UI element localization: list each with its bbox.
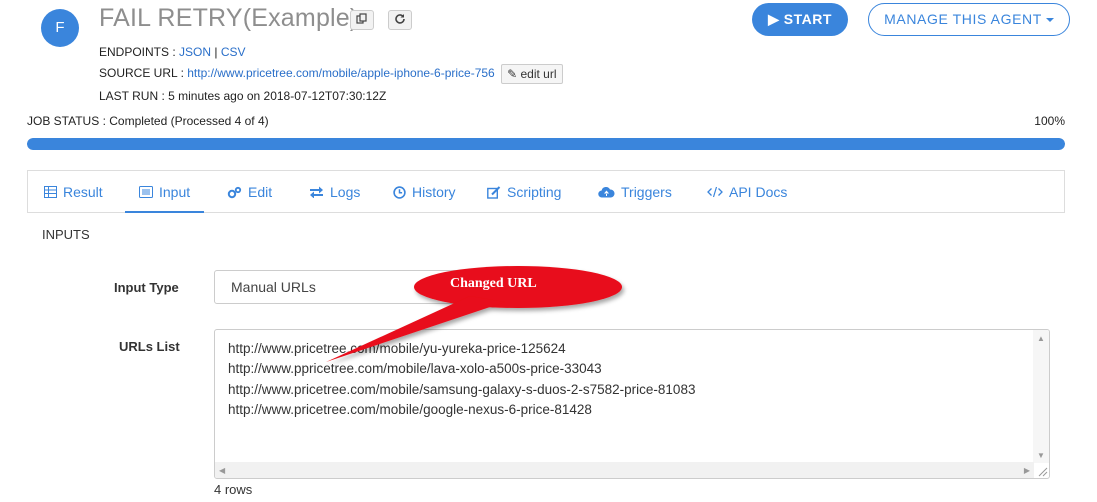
- url-line: http://www.pricetree.com/mobile/yu-yurek…: [228, 341, 566, 356]
- tab-label: Edit: [248, 184, 273, 200]
- job-progress-fill: [27, 138, 1065, 150]
- tab-label: Input: [159, 184, 191, 200]
- tab-label: Scripting: [507, 184, 562, 200]
- endpoints-row: ENDPOINTS : JSON | CSV: [99, 45, 246, 59]
- agent-avatar: F: [41, 9, 79, 47]
- tab-api-docs[interactable]: API Docs: [707, 171, 787, 213]
- refresh-button[interactable]: [388, 10, 412, 30]
- url-line: http://www.pricetree.com/mobile/samsung-…: [228, 381, 696, 397]
- caret-down-icon: [1045, 18, 1054, 23]
- urls-list-label: URLs List: [119, 339, 180, 354]
- gears-icon: [227, 186, 242, 198]
- tab-triggers[interactable]: Triggers: [598, 171, 672, 213]
- tab-logs[interactable]: Logs: [309, 171, 360, 213]
- manage-label: MANAGE THIS AGENT: [884, 11, 1042, 27]
- url-line: http://www.pricetree.com/mobile/google-n…: [228, 401, 592, 417]
- edit-url-button[interactable]: ✎ edit url: [501, 64, 563, 84]
- last-run: LAST RUN : 5 minutes ago on 2018-07-12T0…: [99, 89, 387, 103]
- urls-list-textarea[interactable]: http://www.pricetree.com/mobile/yu-yurek…: [214, 329, 1050, 479]
- callout-text: Changed URL: [450, 276, 537, 291]
- tab-scripting[interactable]: Scripting: [487, 171, 561, 213]
- vertical-scrollbar[interactable]: ▲ ▼: [1033, 330, 1049, 463]
- start-label: START: [783, 11, 832, 27]
- source-url-row: SOURCE URL : http://www.pricetree.com/mo…: [99, 64, 563, 84]
- exchange-icon: [310, 186, 323, 199]
- endpoint-separator: |: [214, 45, 218, 59]
- cloud-upload-icon: [598, 187, 615, 198]
- resize-handle-icon[interactable]: [1036, 465, 1048, 477]
- job-percent: 100%: [1034, 114, 1065, 128]
- tab-label: Triggers: [621, 184, 672, 200]
- source-url-label: SOURCE URL :: [99, 66, 184, 81]
- scroll-up-icon[interactable]: ▲: [1037, 334, 1045, 343]
- copy-button[interactable]: [350, 10, 374, 30]
- url-line: http://www.ppricetree.com/mobile/lava-xo…: [228, 361, 602, 377]
- agent-title: FAIL RETRY(Example): [99, 4, 359, 32]
- pencil-icon: ✎: [507, 67, 518, 81]
- input-type-select[interactable]: Manual URLs: [214, 270, 474, 304]
- tab-input[interactable]: Input: [125, 171, 205, 213]
- horizontal-scrollbar[interactable]: ◀ ▶: [215, 462, 1034, 478]
- input-type-label: Input Type: [114, 280, 179, 295]
- source-url-link[interactable]: http://www.pricetree.com/mobile/apple-ip…: [187, 66, 494, 80]
- job-progress-bar: [27, 138, 1065, 150]
- clock-icon: [393, 186, 406, 199]
- scroll-down-icon[interactable]: ▼: [1037, 451, 1045, 460]
- agent-tabs: Result Input Edit Logs History Scripting: [27, 170, 1065, 213]
- endpoint-json-link[interactable]: JSON: [179, 45, 211, 59]
- urls-lines: http://www.pricetree.com/mobile/yu-yurek…: [228, 339, 695, 420]
- copy-icon: [356, 13, 367, 24]
- edit-url-label: edit url: [520, 67, 557, 81]
- refresh-icon: [395, 14, 405, 24]
- start-button[interactable]: ▶ START: [752, 3, 848, 36]
- tab-result[interactable]: Result: [44, 171, 103, 213]
- scroll-left-icon[interactable]: ◀: [219, 466, 225, 475]
- edit-icon: [487, 186, 501, 199]
- tab-label: API Docs: [729, 184, 788, 200]
- list-icon: [139, 186, 153, 199]
- endpoints-label: ENDPOINTS :: [99, 45, 176, 59]
- manage-agent-button[interactable]: MANAGE THIS AGENT: [868, 3, 1070, 36]
- endpoint-csv-link[interactable]: CSV: [221, 45, 246, 59]
- inputs-section-title: INPUTS: [42, 227, 90, 242]
- play-icon: ▶: [768, 11, 780, 27]
- tab-history[interactable]: History: [393, 171, 456, 213]
- table-icon: [44, 186, 57, 199]
- rows-count: 4 rows: [214, 482, 253, 497]
- tab-label: Result: [63, 184, 103, 200]
- tab-edit[interactable]: Edit: [227, 171, 272, 213]
- code-icon: [707, 187, 723, 198]
- input-type-value: Manual URLs: [231, 279, 316, 295]
- tab-label: Logs: [330, 184, 361, 200]
- tab-label: History: [412, 184, 456, 200]
- job-status: JOB STATUS : Completed (Processed 4 of 4…: [27, 114, 269, 128]
- scroll-right-icon[interactable]: ▶: [1024, 466, 1030, 475]
